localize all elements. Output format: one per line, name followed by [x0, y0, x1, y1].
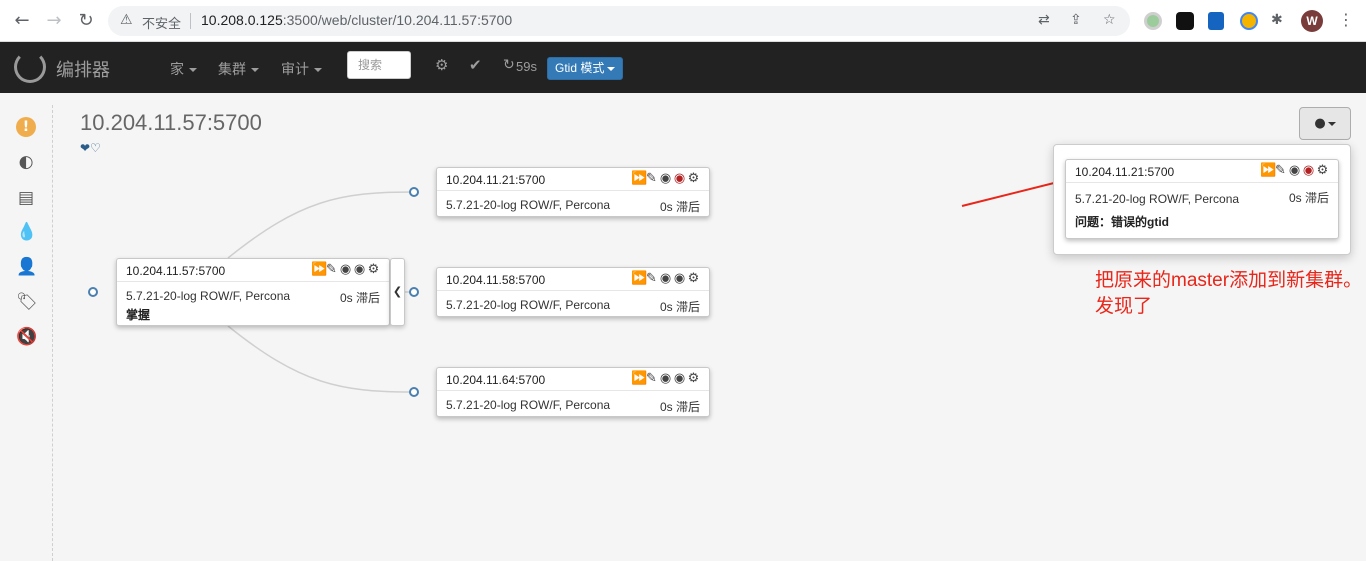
globe-icon[interactable]: ◉ — [673, 271, 687, 286]
gear-icon[interactable]: ⚙ — [687, 371, 701, 386]
pencil-icon[interactable]: ✎ — [645, 371, 659, 386]
instance-version: 5.7.21-20-log ROW/F, Percona — [446, 298, 611, 312]
gear-icon[interactable]: ⚙ — [367, 262, 381, 277]
instance-host[interactable]: 10.204.11.21:5700 — [1075, 165, 1174, 179]
forward-icon[interactable]: ⏩ — [311, 262, 327, 277]
gear-icon[interactable]: ⚙ — [687, 271, 701, 286]
instance-lag: 0s 滞后 — [659, 300, 700, 314]
globe-icon[interactable]: ◉ — [659, 271, 673, 286]
instance-actions: ⏩✎ ◉ ◉ ⚙ — [1260, 163, 1330, 178]
globe-icon[interactable]: ◉ — [659, 171, 673, 186]
instance-header: 10.204.11.21:5700 ⏩✎ ◉ ◉ ⚙ — [1066, 160, 1338, 183]
collapse-chevron-left-icon[interactable]: ❮ — [390, 258, 405, 326]
instance-actions: ⏩✎ ◉ ◉ ⚙ — [631, 371, 701, 386]
instance-header: 10.204.11.64:5700 ⏩✎ ◉ ◉ ⚙ — [437, 368, 709, 391]
forward-icon[interactable]: ⏩ — [1260, 163, 1276, 178]
instance-header: 10.204.11.57:5700 ⏩✎ ◉ ◉ ⚙ — [117, 259, 389, 282]
pencil-icon[interactable]: ✎ — [325, 262, 339, 277]
problems-dropdown-button[interactable]: ● — [1299, 107, 1351, 140]
caret-down-icon — [1327, 121, 1336, 126]
instance-version: 5.7.21-20-log ROW/F, Percona — [1075, 192, 1240, 206]
globe-icon[interactable]: ◉ — [659, 371, 673, 386]
instance-lag: 0s 滞后 — [339, 291, 380, 305]
instance-version: 5.7.21-20-log ROW/F, Percona — [446, 198, 611, 212]
instance-box-master[interactable]: 10.204.11.57:5700 ⏩✎ ◉ ◉ ⚙ 5.7.21-20-log RO… — [116, 258, 390, 326]
problem-instance-box[interactable]: 10.204.11.21:5700 ⏩✎ ◉ ◉ ⚙ 5.7.21-20-log RO… — [1065, 159, 1339, 239]
pencil-icon[interactable]: ✎ — [645, 271, 659, 286]
node-dot[interactable] — [409, 287, 419, 297]
instance-host[interactable]: 10.204.11.64:5700 — [446, 373, 545, 387]
instance-lag: 0s 滞后 — [1288, 191, 1329, 205]
globe-danger-icon[interactable]: ◉ — [1302, 163, 1316, 178]
instance-role: 掌握 — [126, 308, 151, 322]
instance-actions: ⏩✎ ◉ ◉ ⚙ — [631, 171, 701, 186]
forward-icon[interactable]: ⏩ — [631, 171, 647, 186]
instance-box[interactable]: 10.204.11.64:5700 ⏩✎ ◉ ◉ ⚙ 5.7.21-20-log RO… — [436, 367, 710, 417]
problems-popover: 10.204.11.21:5700 ⏩✎ ◉ ◉ ⚙ 5.7.21-20-log RO… — [1053, 144, 1351, 255]
instance-host[interactable]: 10.204.11.57:5700 — [126, 264, 225, 278]
problem-text: 问题：错误的gtid — [1075, 215, 1169, 229]
pencil-icon[interactable]: ✎ — [645, 171, 659, 186]
instance-header: 10.204.11.58:5700 ⏩✎ ◉ ◉ ⚙ — [437, 268, 709, 291]
instance-actions: ⏩✎ ◉ ◉ ⚙ — [631, 271, 701, 286]
instance-host[interactable]: 10.204.11.58:5700 — [446, 273, 545, 287]
globe-icon[interactable]: ◉ — [1288, 163, 1302, 178]
info-circle-icon: ● — [1314, 116, 1326, 131]
gear-icon[interactable]: ⚙ — [1316, 163, 1330, 178]
annotation-text: 把原来的master添加到新集群。发现了 — [1095, 270, 1363, 317]
forward-icon[interactable]: ⏩ — [631, 271, 647, 286]
instance-version: 5.7.21-20-log ROW/F, Percona — [446, 398, 611, 412]
instance-version: 5.7.21-20-log ROW/F, Percona — [126, 289, 291, 303]
instance-box[interactable]: 10.204.11.21:5700 ⏩✎ ◉ ◉ ⚙ 5.7.21-20-log RO… — [436, 167, 710, 217]
globe-icon[interactable]: ◉ — [339, 262, 353, 277]
node-dot[interactable] — [88, 287, 98, 297]
pencil-icon[interactable]: ✎ — [1274, 163, 1288, 178]
instance-lag: 0s 滞后 — [659, 400, 700, 414]
forward-icon[interactable]: ⏩ — [631, 371, 647, 386]
globe-icon[interactable]: ◉ — [673, 371, 687, 386]
instance-box[interactable]: 10.204.11.58:5700 ⏩✎ ◉ ◉ ⚙ 5.7.21-20-log RO… — [436, 267, 710, 317]
instance-lag: 0s 滞后 — [659, 200, 700, 214]
globe-danger-icon[interactable]: ◉ — [673, 171, 687, 186]
instance-host[interactable]: 10.204.11.21:5700 — [446, 173, 545, 187]
globe-icon[interactable]: ◉ — [353, 262, 367, 277]
node-dot[interactable] — [409, 387, 419, 397]
instance-actions: ⏩✎ ◉ ◉ ⚙ — [311, 262, 381, 277]
gear-icon[interactable]: ⚙ — [687, 171, 701, 186]
instance-header: 10.204.11.21:5700 ⏩✎ ◉ ◉ ⚙ — [437, 168, 709, 191]
node-dot[interactable] — [409, 187, 419, 197]
